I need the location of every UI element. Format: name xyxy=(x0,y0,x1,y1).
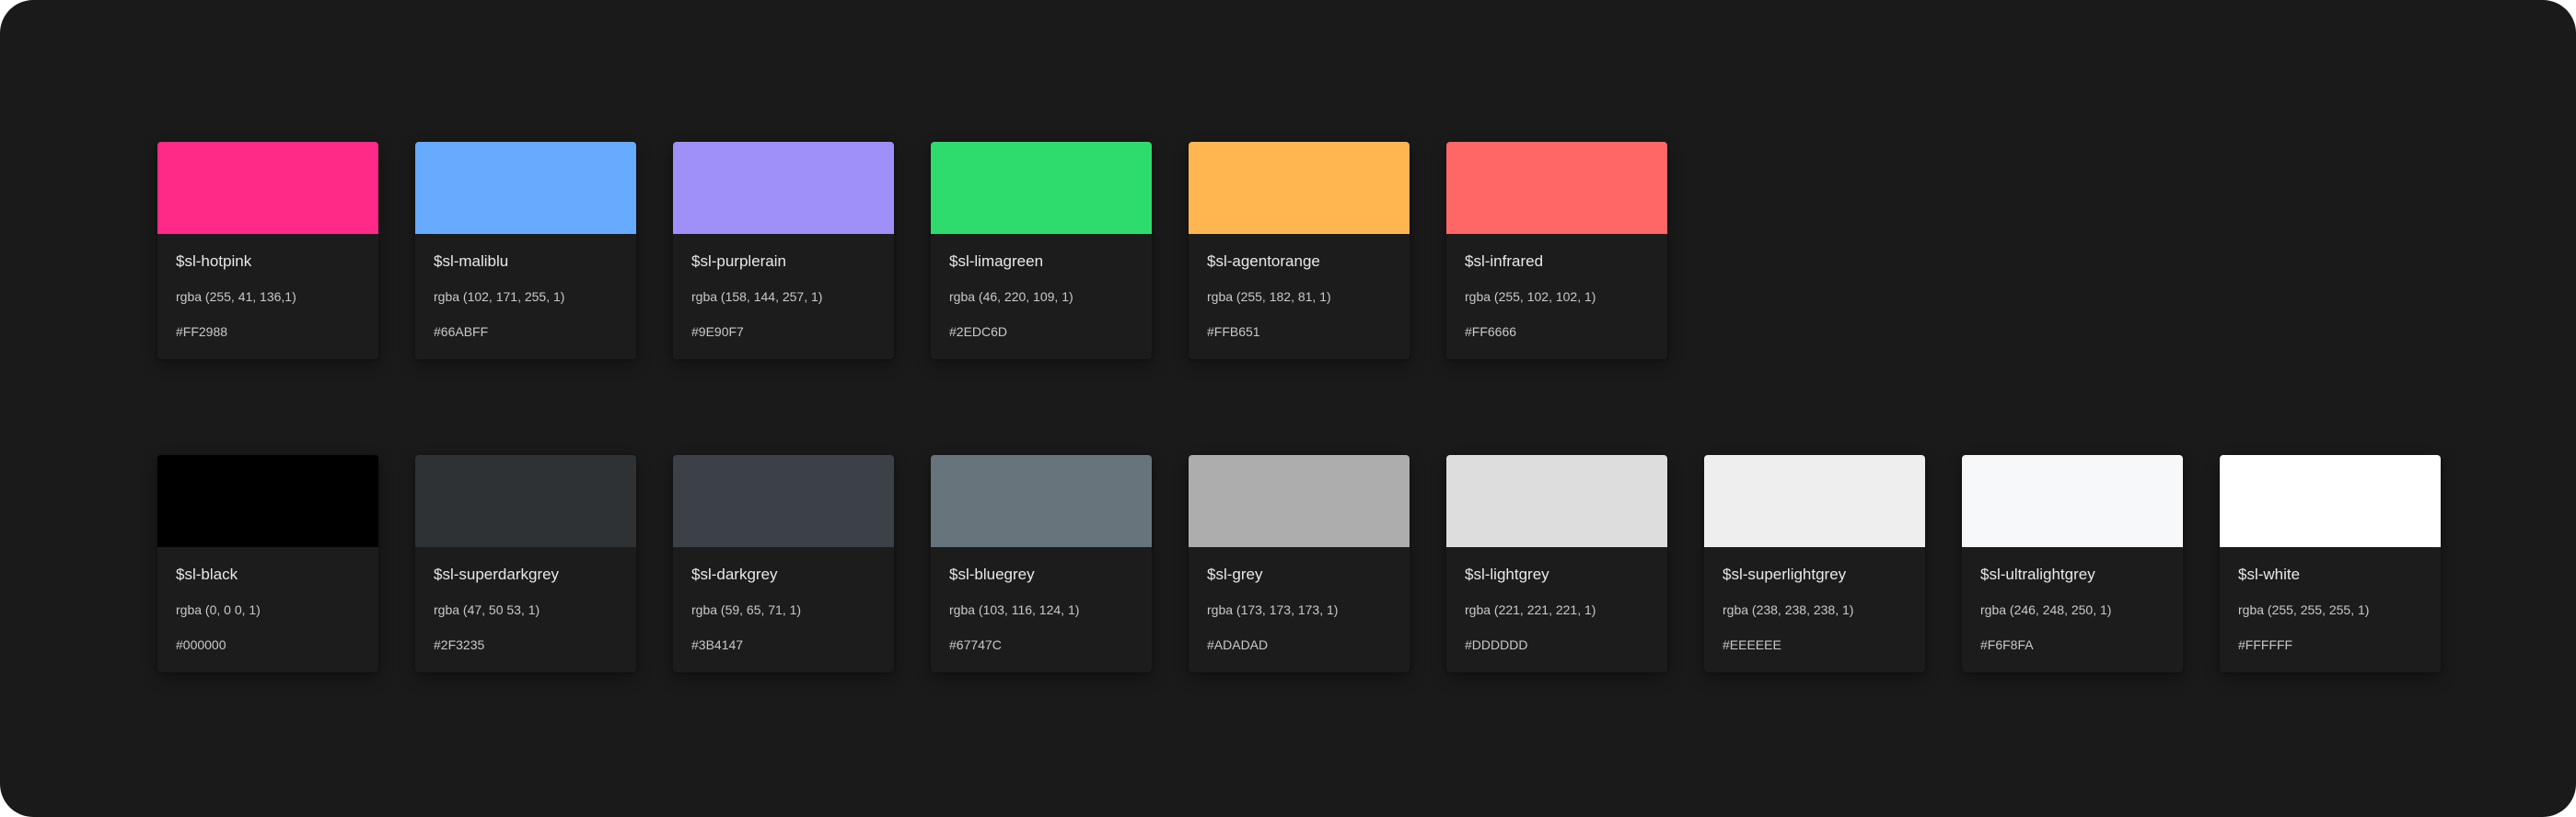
color-rgba-value: rgba (246, 248, 250, 1) xyxy=(1980,602,2112,617)
color-token-name: $sl-limagreen xyxy=(949,252,1044,270)
color-info: $sl-superlightgrey rgba (238, 238, 238, … xyxy=(1704,547,1925,653)
color-token-name: $sl-purplerain xyxy=(691,252,786,270)
color-hex-value: #9E90F7 xyxy=(691,324,744,339)
color-swatch xyxy=(673,142,894,234)
color-info: $sl-bluegrey rgba (103, 116, 124, 1) #67… xyxy=(931,547,1152,653)
color-info: $sl-ultralightgrey rgba (246, 248, 250, … xyxy=(1962,547,2183,653)
color-hex-value: #000000 xyxy=(176,637,226,652)
color-token-name: $sl-agentorange xyxy=(1207,252,1320,270)
color-token-name: $sl-lightgrey xyxy=(1465,566,1549,583)
color-rgba-value: rgba (103, 116, 124, 1) xyxy=(949,602,1080,617)
color-swatch xyxy=(415,142,636,234)
color-card-agentorange: $sl-agentorange rgba (255, 182, 81, 1) #… xyxy=(1189,142,1410,359)
color-swatch xyxy=(157,142,378,234)
color-card-darkgrey: $sl-darkgrey rgba (59, 65, 71, 1) #3B414… xyxy=(673,455,894,672)
color-swatch xyxy=(931,455,1152,547)
color-swatch xyxy=(2220,455,2441,547)
color-rgba-value: rgba (0, 0 0, 1) xyxy=(176,602,261,617)
color-info: $sl-superdarkgrey rgba (47, 50 53, 1) #2… xyxy=(415,547,636,653)
color-info: $sl-maliblu rgba (102, 171, 255, 1) #66A… xyxy=(415,234,636,340)
color-swatch xyxy=(673,455,894,547)
color-info: $sl-agentorange rgba (255, 182, 81, 1) #… xyxy=(1189,234,1410,340)
color-token-name: $sl-bluegrey xyxy=(949,566,1035,583)
color-card-black: $sl-black rgba (0, 0 0, 1) #000000 xyxy=(157,455,378,672)
color-card-grey: $sl-grey rgba (173, 173, 173, 1) #ADADAD xyxy=(1189,455,1410,672)
color-hex-value: #FFB651 xyxy=(1207,324,1260,339)
color-rgba-value: rgba (255, 255, 255, 1) xyxy=(2238,602,2370,617)
color-info: $sl-purplerain rgba (158, 144, 257, 1) #… xyxy=(673,234,894,340)
color-swatch xyxy=(1189,142,1410,234)
color-hex-value: #F6F8FA xyxy=(1980,637,2034,652)
color-card-bluegrey: $sl-bluegrey rgba (103, 116, 124, 1) #67… xyxy=(931,455,1152,672)
color-swatch xyxy=(931,142,1152,234)
color-card-superlightgrey: $sl-superlightgrey rgba (238, 238, 238, … xyxy=(1704,455,1925,672)
color-card-ultralightgrey: $sl-ultralightgrey rgba (246, 248, 250, … xyxy=(1962,455,2183,672)
color-card-limagreen: $sl-limagreen rgba (46, 220, 109, 1) #2E… xyxy=(931,142,1152,359)
color-card-infrared: $sl-infrared rgba (255, 102, 102, 1) #FF… xyxy=(1446,142,1667,359)
color-info: $sl-darkgrey rgba (59, 65, 71, 1) #3B414… xyxy=(673,547,894,653)
color-hex-value: #DDDDDD xyxy=(1465,637,1528,652)
color-card-superdarkgrey: $sl-superdarkgrey rgba (47, 50 53, 1) #2… xyxy=(415,455,636,672)
color-token-name: $sl-ultralightgrey xyxy=(1980,566,2095,583)
color-rgba-value: rgba (173, 173, 173, 1) xyxy=(1207,602,1339,617)
color-info: $sl-grey rgba (173, 173, 173, 1) #ADADAD xyxy=(1189,547,1410,653)
color-token-name: $sl-maliblu xyxy=(434,252,509,270)
color-rgba-value: rgba (47, 50 53, 1) xyxy=(434,602,540,617)
color-token-name: $sl-superlightgrey xyxy=(1723,566,1847,583)
color-palette-canvas: $sl-hotpink rgba (255, 41, 136,1) #FF298… xyxy=(0,0,2576,817)
color-rgba-value: rgba (255, 41, 136,1) xyxy=(176,289,296,304)
color-hex-value: #67747C xyxy=(949,637,1002,652)
color-swatch xyxy=(1446,455,1667,547)
color-hex-value: #2F3235 xyxy=(434,637,485,652)
color-rgba-value: rgba (255, 102, 102, 1) xyxy=(1465,289,1596,304)
color-swatch xyxy=(1189,455,1410,547)
color-info: $sl-lightgrey rgba (221, 221, 221, 1) #D… xyxy=(1446,547,1667,653)
color-hex-value: #EEEEEE xyxy=(1723,637,1781,652)
color-hex-value: #FF2988 xyxy=(176,324,228,339)
color-token-name: $sl-black xyxy=(176,566,238,583)
color-hex-value: #FF6666 xyxy=(1465,324,1517,339)
color-info: $sl-hotpink rgba (255, 41, 136,1) #FF298… xyxy=(157,234,378,340)
color-hex-value: #ADADAD xyxy=(1207,637,1269,652)
color-token-name: $sl-superdarkgrey xyxy=(434,566,560,583)
color-rgba-value: rgba (238, 238, 238, 1) xyxy=(1723,602,1854,617)
color-info: $sl-infrared rgba (255, 102, 102, 1) #FF… xyxy=(1446,234,1667,340)
color-token-name: $sl-infrared xyxy=(1465,252,1544,270)
color-swatch xyxy=(1704,455,1925,547)
color-rgba-value: rgba (158, 144, 257, 1) xyxy=(691,289,823,304)
color-token-name: $sl-white xyxy=(2238,566,2301,583)
color-rgba-value: rgba (255, 182, 81, 1) xyxy=(1207,289,1331,304)
color-swatch xyxy=(415,455,636,547)
color-swatch xyxy=(1962,455,2183,547)
color-hex-value: #FFFFFF xyxy=(2238,637,2293,652)
color-card-hotpink: $sl-hotpink rgba (255, 41, 136,1) #FF298… xyxy=(157,142,378,359)
color-card-maliblu: $sl-maliblu rgba (102, 171, 255, 1) #66A… xyxy=(415,142,636,359)
color-info: $sl-black rgba (0, 0 0, 1) #000000 xyxy=(157,547,378,653)
color-rgba-value: rgba (221, 221, 221, 1) xyxy=(1465,602,1596,617)
color-swatch xyxy=(1446,142,1667,234)
brand-colors-row: $sl-hotpink rgba (255, 41, 136,1) #FF298… xyxy=(157,142,1667,359)
color-card-lightgrey: $sl-lightgrey rgba (221, 221, 221, 1) #D… xyxy=(1446,455,1667,672)
color-rgba-value: rgba (102, 171, 255, 1) xyxy=(434,289,565,304)
color-swatch xyxy=(157,455,378,547)
color-rgba-value: rgba (46, 220, 109, 1) xyxy=(949,289,1073,304)
color-rgba-value: rgba (59, 65, 71, 1) xyxy=(691,602,802,617)
color-token-name: $sl-grey xyxy=(1207,566,1263,583)
color-card-purplerain: $sl-purplerain rgba (158, 144, 257, 1) #… xyxy=(673,142,894,359)
color-hex-value: #66ABFF xyxy=(434,324,489,339)
color-info: $sl-limagreen rgba (46, 220, 109, 1) #2E… xyxy=(931,234,1152,340)
neutral-colors-row: $sl-black rgba (0, 0 0, 1) #000000 $sl-s… xyxy=(157,455,2441,672)
color-token-name: $sl-darkgrey xyxy=(691,566,778,583)
color-hex-value: #2EDC6D xyxy=(949,324,1008,339)
color-info: $sl-white rgba (255, 255, 255, 1) #FFFFF… xyxy=(2220,547,2441,653)
color-hex-value: #3B4147 xyxy=(691,637,744,652)
color-card-white: $sl-white rgba (255, 255, 255, 1) #FFFFF… xyxy=(2220,455,2441,672)
color-token-name: $sl-hotpink xyxy=(176,252,252,270)
